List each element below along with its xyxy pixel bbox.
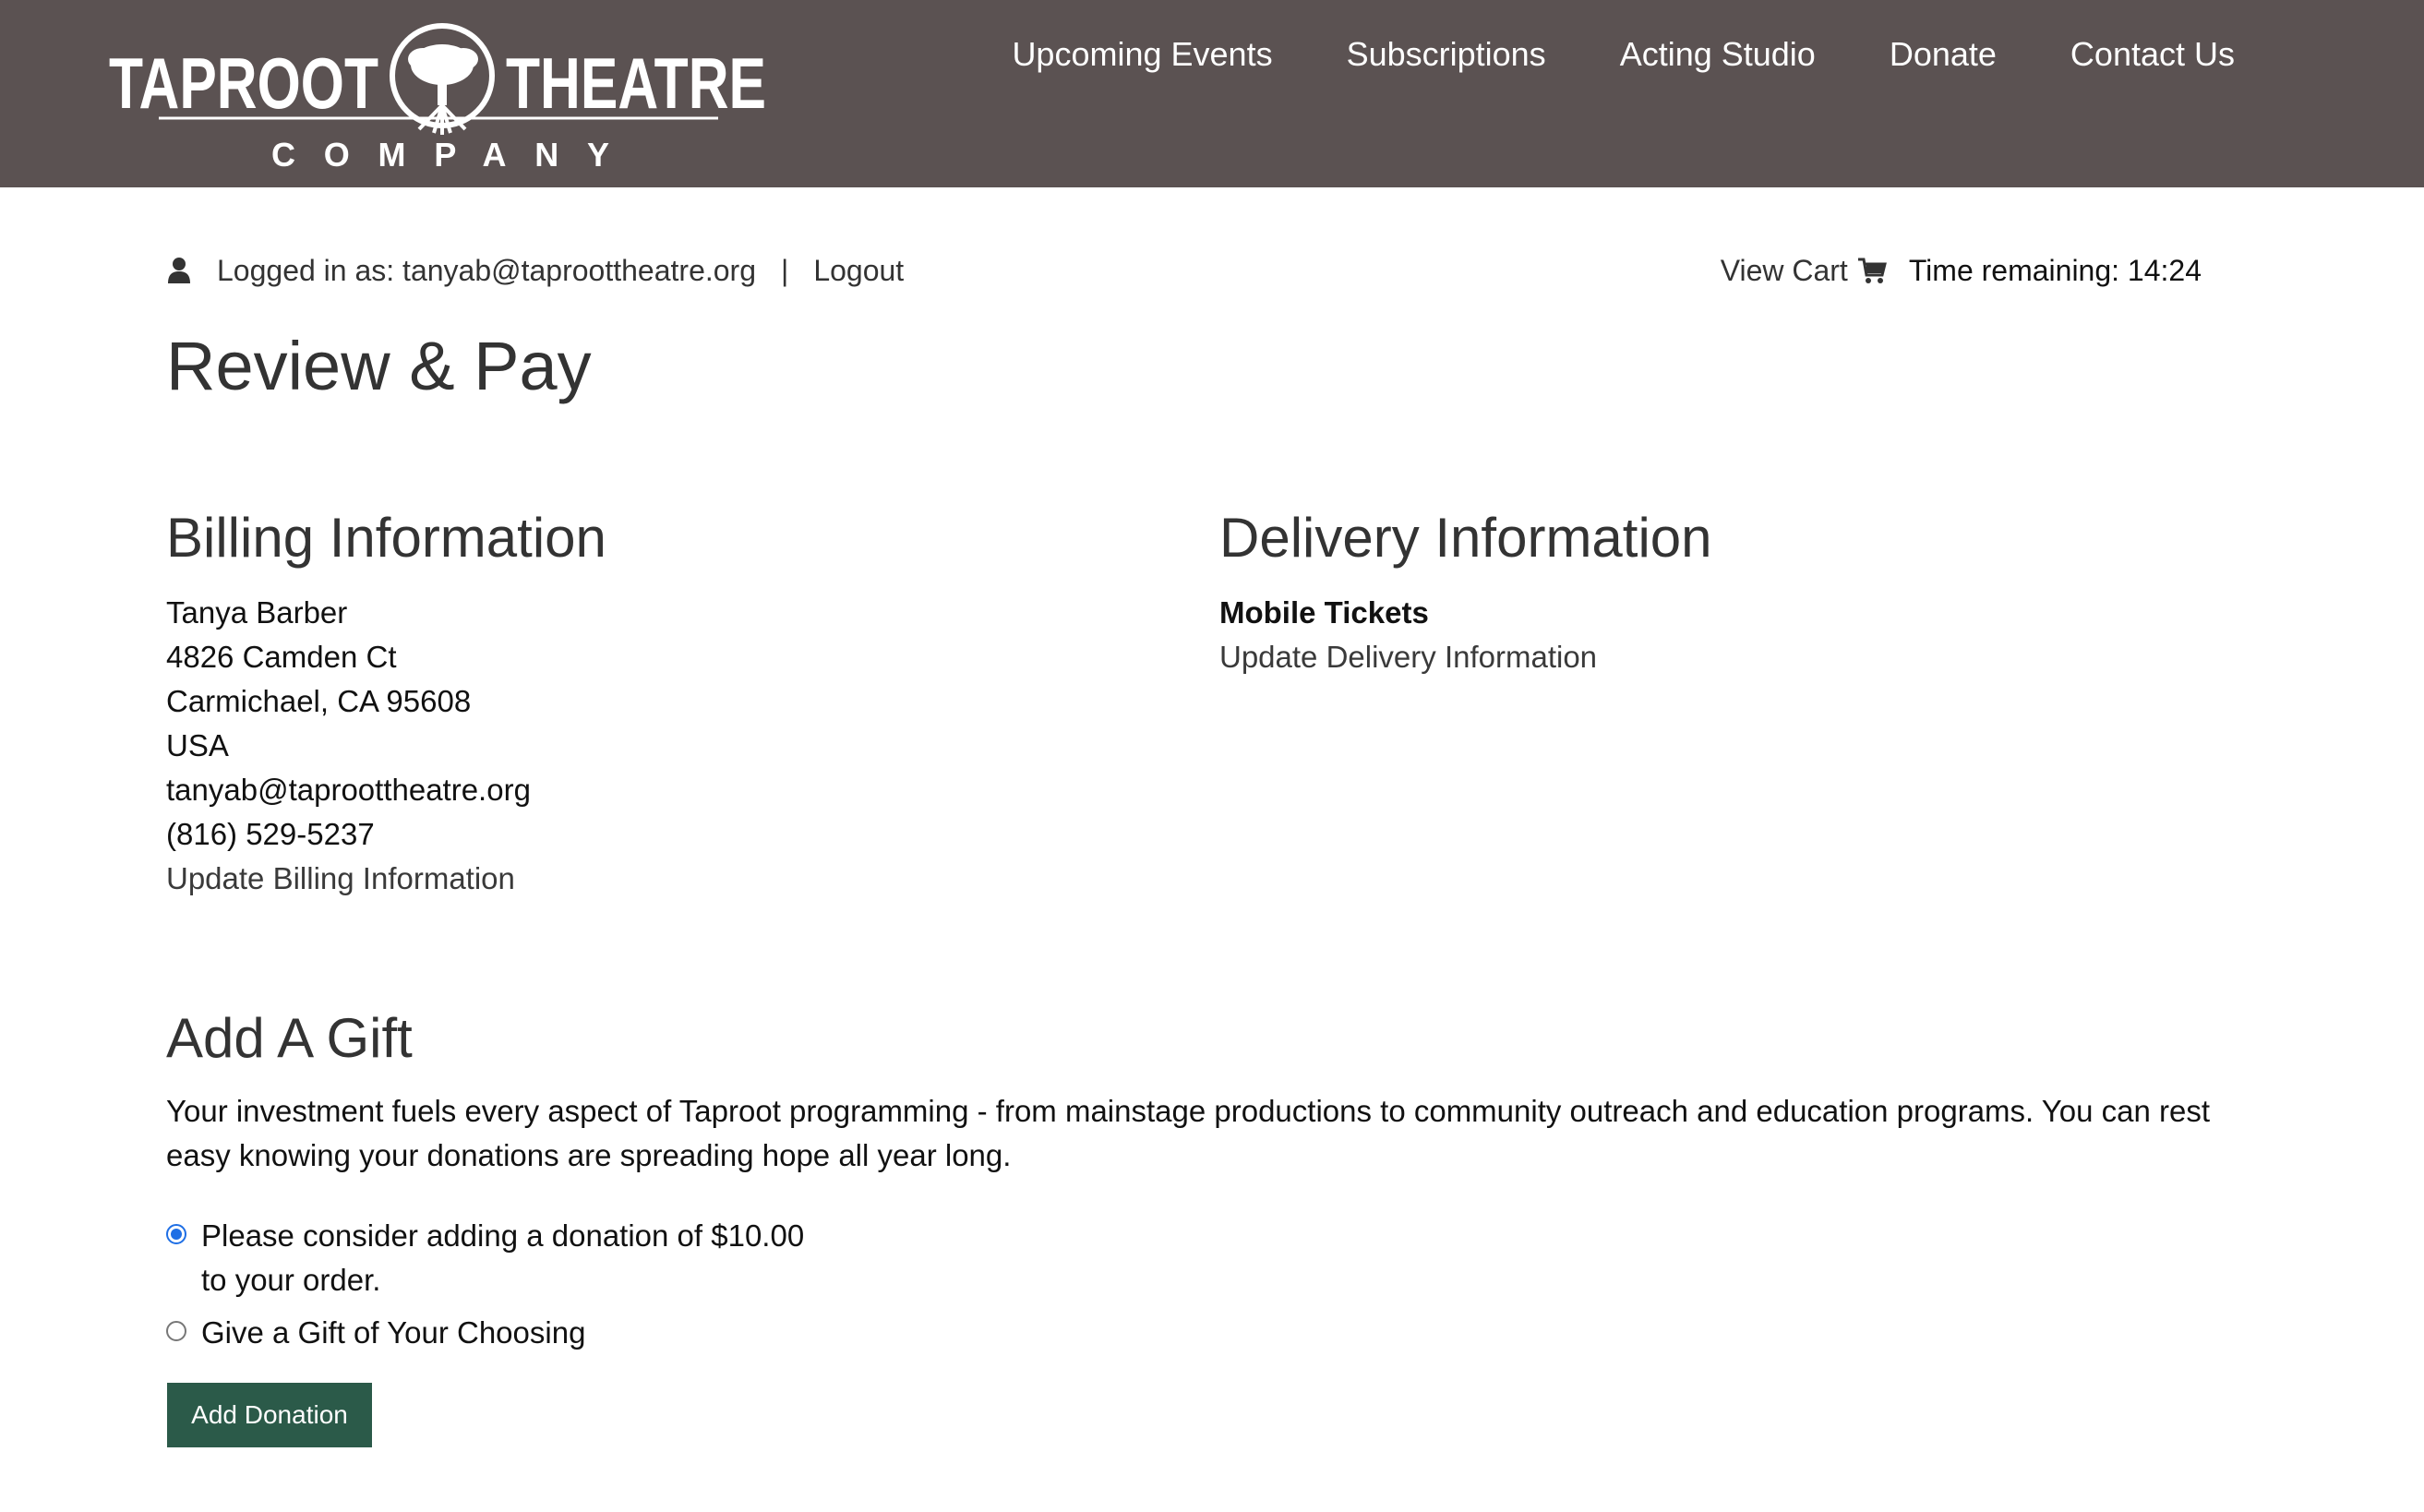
billing-title: Billing Information xyxy=(166,507,606,569)
billing-city-line: Carmichael, CA 95608 xyxy=(166,684,472,718)
page-title: Review & Pay xyxy=(166,328,592,404)
gift-description: Your investment fuels every aspect of Ta… xyxy=(166,1094,2211,1172)
billing-country: USA xyxy=(166,728,229,762)
nav-contact-us[interactable]: Contact Us xyxy=(2070,35,2235,74)
delivery-method: Mobile Tickets xyxy=(1219,595,1429,630)
logo-word-theatre: THEATRE xyxy=(506,42,766,124)
suggested-donation-line1: Please consider adding a donation of $10… xyxy=(201,1218,805,1253)
billing-name: Tanya Barber xyxy=(166,595,348,630)
user-icon xyxy=(168,258,190,283)
nav-upcoming-events[interactable]: Upcoming Events xyxy=(1012,35,1272,74)
donation-option-suggested[interactable]: Please consider adding a donation of $10… xyxy=(166,1214,804,1302)
separator: | xyxy=(781,253,789,287)
nav-subscriptions[interactable]: Subscriptions xyxy=(1347,35,1546,74)
taproot-logo[interactable]: TAPROOT THEATRE COMPANY xyxy=(109,20,766,177)
cart-area: View Cart Time remaining: 14:24 xyxy=(1721,254,2202,288)
nav-acting-studio[interactable]: Acting Studio xyxy=(1620,35,1816,74)
nav-donate[interactable]: Donate xyxy=(1890,35,1997,74)
logged-in-text: Logged in as: tanyab@taproottheatre.org xyxy=(217,253,756,287)
suggested-donation-line2: to your order. xyxy=(201,1263,381,1297)
billing-email: tanyab@taproottheatre.org xyxy=(166,773,531,807)
suggested-donation-radio[interactable] xyxy=(166,1224,186,1244)
site-header: TAPROOT THEATRE COMPANY Upcoming Events … xyxy=(0,0,2424,187)
delivery-details: Mobile Tickets Update Delivery Informati… xyxy=(1219,591,1597,679)
delivery-title: Delivery Information xyxy=(1219,507,1712,569)
custom-gift-radio[interactable] xyxy=(166,1321,186,1341)
time-remaining: Time remaining: 14:24 xyxy=(1908,253,2202,287)
update-billing-link[interactable]: Update Billing Information xyxy=(166,857,531,901)
logout-link[interactable]: Logout xyxy=(813,254,904,288)
billing-phone: (816) 529-5237 xyxy=(166,817,375,851)
add-donation-button[interactable]: Add Donation xyxy=(167,1383,372,1447)
gift-title: Add A Gift xyxy=(166,1007,413,1069)
suggested-donation-label: Please consider adding a donation of $10… xyxy=(201,1214,804,1302)
view-cart-label: View Cart xyxy=(1720,253,1848,287)
view-cart-link[interactable]: View Cart xyxy=(1721,254,1887,288)
cart-icon xyxy=(1857,258,1887,283)
update-delivery-link[interactable]: Update Delivery Information xyxy=(1219,635,1597,679)
main-nav: Upcoming Events Subscriptions Acting Stu… xyxy=(1012,35,2235,74)
account-bar: Logged in as: tanyab@taproottheatre.org … xyxy=(167,247,2202,294)
billing-details: Tanya Barber 4826 Camden Ct Carmichael, … xyxy=(166,591,531,901)
logo-word-company: COMPANY xyxy=(271,136,609,174)
custom-gift-label: Give a Gift of Your Choosing xyxy=(201,1315,586,1350)
billing-address: 4826 Camden Ct xyxy=(166,640,397,674)
donation-option-custom[interactable]: Give a Gift of Your Choosing xyxy=(166,1311,585,1355)
logo-word-taproot: TAPROOT xyxy=(109,42,378,124)
